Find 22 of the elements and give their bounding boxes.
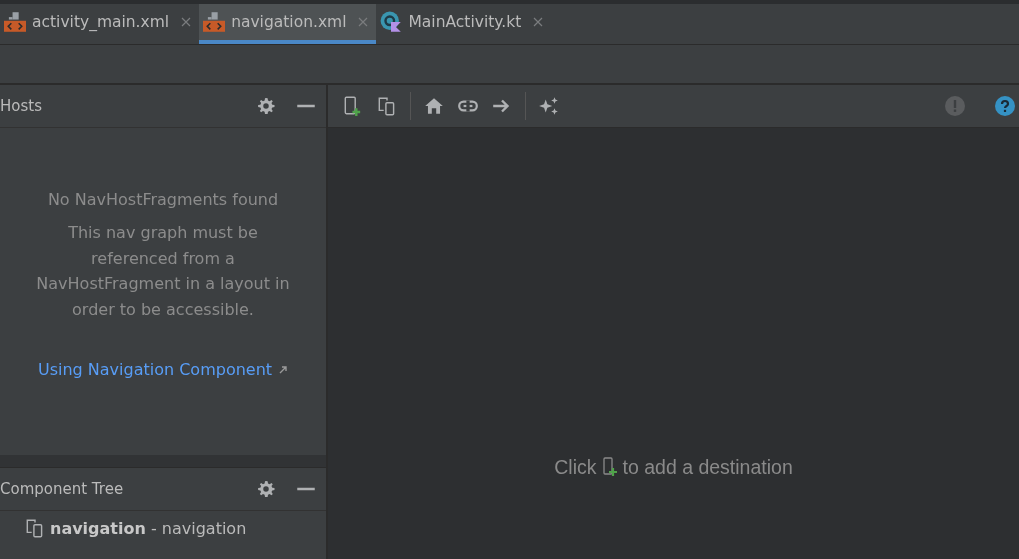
hint-text: Click — [554, 455, 597, 479]
editor-tab[interactable]: navigation.xml — [199, 4, 377, 44]
editor-tab[interactable]: activity_main.xml — [0, 4, 200, 44]
empty-state-title: No NavHostFragments found — [47, 190, 279, 209]
hint-text: to add a destination — [622, 455, 793, 479]
editor-tab[interactable]: MainActivity.kt — [376, 4, 552, 44]
help-icon[interactable] — [995, 96, 1015, 116]
xml-file-icon — [4, 11, 26, 33]
kotlin-class-icon — [380, 11, 403, 33]
new-destination-icon — [602, 456, 617, 478]
panel-title: Hosts — [0, 97, 42, 115]
sparkle-icon[interactable] — [538, 95, 560, 117]
tree-item[interactable]: navigation - navigation — [50, 518, 247, 538]
empty-state-message: This nav graph must be referenced from a NavHostFragment in a layout in order to be accessible. — [35, 222, 291, 321]
external-link-icon — [278, 364, 289, 375]
settings-icon[interactable] — [256, 479, 276, 499]
documentation-link[interactable]: Using Navigation Component — [37, 360, 273, 379]
xml-file-icon — [203, 11, 226, 33]
panel-title: Component Tree — [0, 480, 124, 498]
close-icon[interactable] — [533, 17, 544, 27]
close-icon[interactable] — [181, 17, 192, 27]
settings-icon[interactable] — [256, 96, 276, 116]
